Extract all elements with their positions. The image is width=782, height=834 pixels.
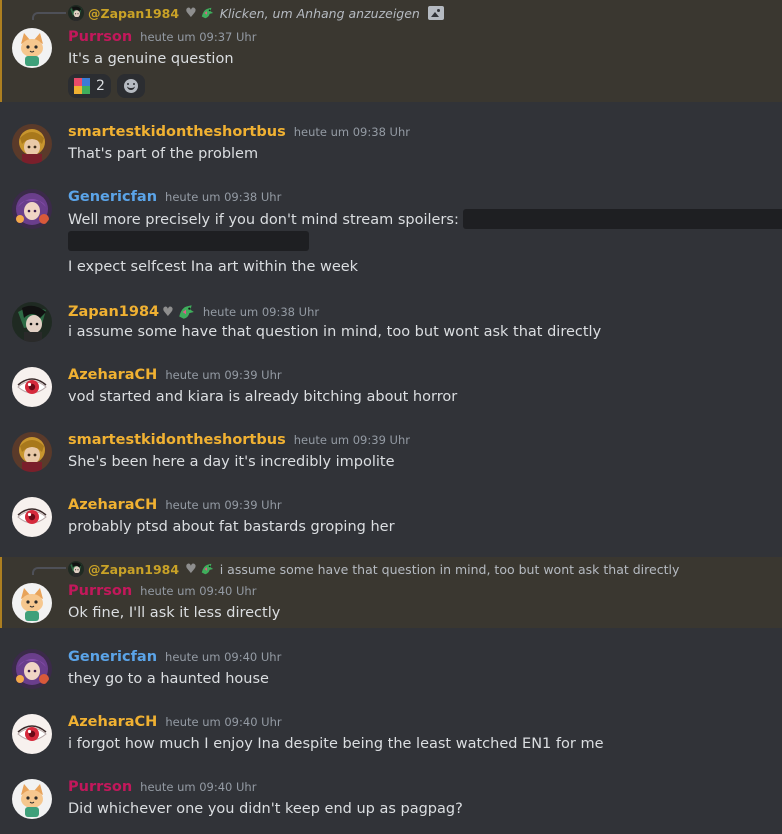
message-text: i forgot how much I enjoy Ina despite be…: [68, 736, 604, 752]
reply-text[interactable]: Klicken, um Anhang anzuzeigen: [220, 6, 420, 21]
reactions: 2: [68, 74, 145, 98]
avatar[interactable]: [12, 28, 52, 68]
message: @Zapan1984 ♥ Klicken, um Anhang anzuzeig…: [0, 0, 782, 102]
reply-avatar: [68, 5, 84, 21]
message-text-line: Well more precisely if you don't mind st…: [68, 209, 782, 230]
message-text: It's a genuine question: [68, 51, 234, 67]
username[interactable]: Purrson: [68, 779, 132, 795]
timestamp: heute um 09:39 Uhr: [165, 498, 282, 512]
username[interactable]: smartestkidontheshortbus: [68, 124, 286, 140]
message: Zapan1984 ♥ heute um 09:38 Uhr i assume …: [0, 288, 782, 348]
message: AzeharaCH heute um 09:39 Uhr vod started…: [0, 353, 782, 413]
username[interactable]: Purrson: [68, 29, 132, 45]
avatar[interactable]: [12, 432, 52, 472]
heart-icon: ♥: [162, 304, 174, 320]
message-header: Genericfan heute um 09:40 Uhr: [68, 649, 281, 669]
username[interactable]: AzeharaCH: [68, 497, 157, 513]
reply-preview[interactable]: @Zapan1984 ♥ Klicken, um Anhang anzuzeig…: [68, 4, 444, 22]
avatar[interactable]: [12, 367, 52, 407]
add-reaction-button[interactable]: [116, 74, 145, 98]
message-header: Purrson heute um 09:40 Uhr: [68, 583, 256, 603]
message-text: i assume some have that question in mind…: [68, 324, 602, 340]
message-header: Genericfan heute um 09:38 Uhr: [68, 189, 281, 209]
message-header: Zapan1984 ♥ heute um 09:38 Uhr: [68, 302, 319, 322]
spoiler-block[interactable]: [463, 209, 782, 229]
avatar[interactable]: [12, 714, 52, 754]
username[interactable]: AzeharaCH: [68, 714, 157, 730]
reply-text[interactable]: i assume some have that question in mind…: [220, 562, 680, 577]
puzzle-icon: [74, 78, 90, 94]
timestamp: heute um 09:38 Uhr: [202, 305, 320, 319]
dragon-icon: [177, 303, 195, 321]
smiley-icon: [123, 79, 138, 93]
timestamp: heute um 09:38 Uhr: [165, 190, 282, 204]
message-text: She's been here a day it's incredibly im…: [68, 454, 395, 470]
timestamp: heute um 09:40 Uhr: [140, 780, 257, 794]
reply-connector: [32, 12, 66, 20]
message-text: Ok fine, I'll ask it less directly: [68, 605, 281, 621]
message-text: they go to a haunted house: [68, 671, 269, 687]
image-icon: [427, 6, 444, 20]
message-header: Purrson heute um 09:40 Uhr: [68, 779, 256, 799]
reaction-puzzle[interactable]: 2: [68, 74, 111, 98]
timestamp: heute um 09:39 Uhr: [165, 368, 282, 382]
message: AzeharaCH heute um 09:40 Uhr i forgot ho…: [0, 700, 782, 760]
message-header: AzeharaCH heute um 09:39 Uhr: [68, 367, 282, 387]
message: smartestkidontheshortbus heute um 09:39 …: [0, 418, 782, 478]
avatar[interactable]: [12, 779, 52, 819]
avatar[interactable]: [12, 302, 52, 342]
message-text: I expect selfcest Ina art within the wee…: [68, 259, 359, 275]
message: Purrson heute um 09:40 Uhr Did whichever…: [0, 765, 782, 825]
reply-author[interactable]: @Zapan1984: [88, 6, 179, 21]
avatar[interactable]: [12, 497, 52, 537]
message-header: smartestkidontheshortbus heute um 09:38 …: [68, 124, 410, 144]
reply-preview[interactable]: @Zapan1984 ♥ i assume some have that que…: [68, 560, 679, 578]
heart-icon: ♥: [185, 561, 197, 577]
timestamp: heute um 09:40 Uhr: [140, 584, 257, 598]
avatar[interactable]: [12, 124, 52, 164]
dragon-icon: [200, 6, 214, 20]
dragon-icon: [200, 562, 214, 576]
username[interactable]: Genericfan: [68, 189, 157, 205]
message-text: Well more precisely if you don't mind st…: [68, 212, 459, 228]
avatar[interactable]: [12, 583, 52, 623]
message-header: AzeharaCH heute um 09:39 Uhr: [68, 497, 282, 517]
timestamp: heute um 09:40 Uhr: [165, 650, 282, 664]
avatar[interactable]: [12, 649, 52, 689]
message: @Zapan1984 ♥ i assume some have that que…: [0, 557, 782, 628]
message: AzeharaCH heute um 09:39 Uhr probably pt…: [0, 483, 782, 543]
username[interactable]: AzeharaCH: [68, 367, 157, 383]
username[interactable]: Zapan1984: [68, 304, 159, 320]
reply-author[interactable]: @Zapan1984: [88, 562, 179, 577]
message-text: That's part of the problem: [68, 146, 259, 162]
reply-avatar: [68, 561, 84, 577]
message: Genericfan heute um 09:38 Uhr Well more …: [0, 175, 782, 285]
username[interactable]: Genericfan: [68, 649, 157, 665]
message-text: probably ptsd about fat bastards groping…: [68, 519, 395, 535]
message-text: vod started and kiara is already bitchin…: [68, 389, 458, 405]
heart-icon: ♥: [185, 5, 197, 21]
username[interactable]: Purrson: [68, 583, 132, 599]
timestamp: heute um 09:39 Uhr: [293, 433, 410, 447]
avatar[interactable]: [12, 189, 52, 229]
timestamp: heute um 09:37 Uhr: [140, 30, 257, 44]
message-text: Did whichever one you didn't keep end up…: [68, 801, 463, 817]
message: smartestkidontheshortbus heute um 09:38 …: [0, 110, 782, 170]
username[interactable]: smartestkidontheshortbus: [68, 432, 286, 448]
reaction-count: 2: [96, 78, 105, 94]
timestamp: heute um 09:38 Uhr: [293, 125, 410, 139]
message: Genericfan heute um 09:40 Uhr they go to…: [0, 635, 782, 695]
reply-connector: [32, 567, 66, 575]
message-header: Purrson heute um 09:37 Uhr: [68, 29, 256, 49]
message-header: AzeharaCH heute um 09:40 Uhr: [68, 714, 282, 734]
spoiler-block[interactable]: [68, 231, 309, 251]
message-header: smartestkidontheshortbus heute um 09:39 …: [68, 432, 410, 452]
timestamp: heute um 09:40 Uhr: [165, 715, 282, 729]
